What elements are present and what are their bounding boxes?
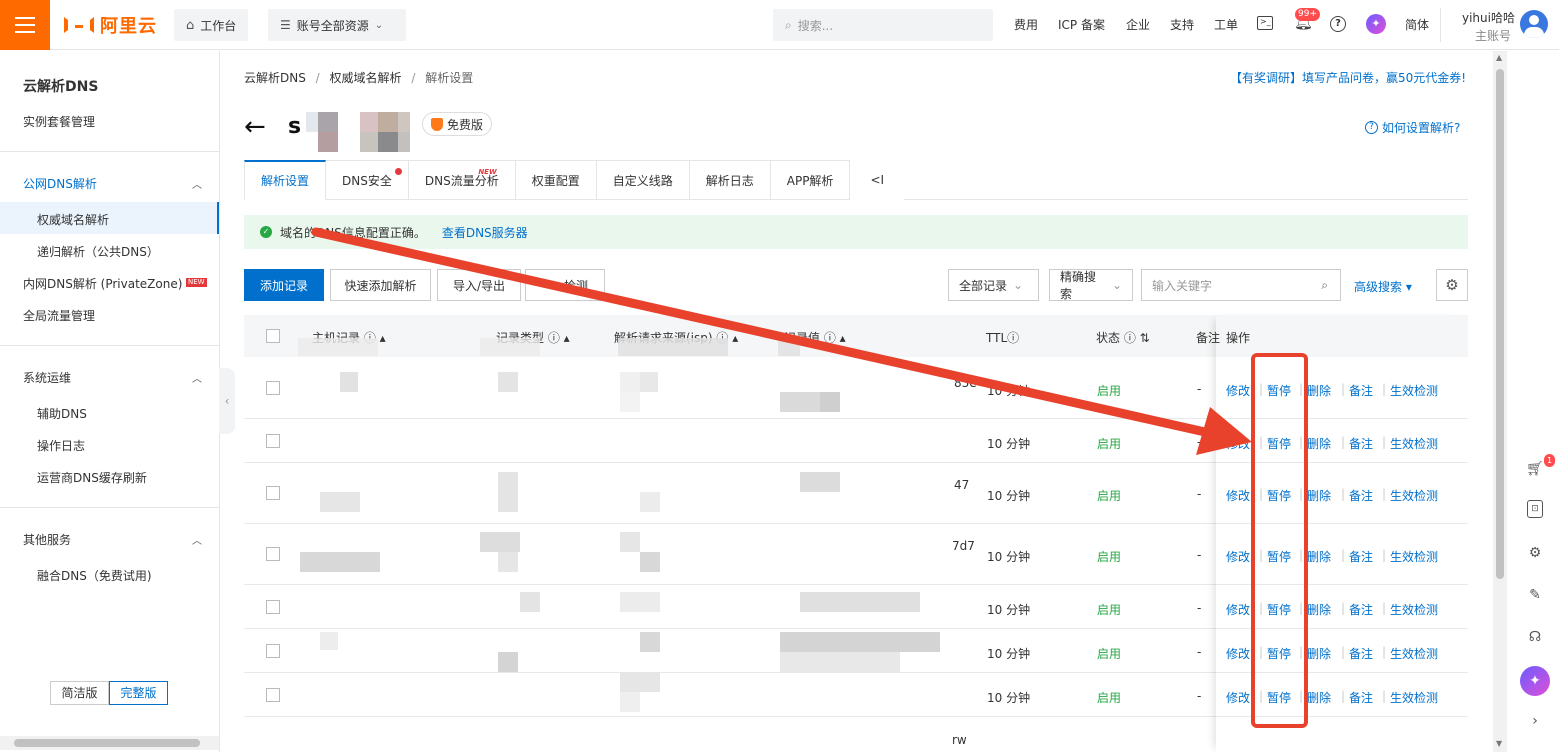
headset-icon[interactable]: ☊ [1524,626,1546,648]
settings-icon[interactable]: ⚙ [1524,542,1546,564]
annotation-overlay [311,227,1308,728]
cart-icon[interactable]: 🛒︎ [1524,458,1546,480]
annotation-arrow-shaft [311,227,1210,437]
page-scrollbar[interactable]: ▲ ▼ [1493,51,1507,752]
annotation-arrow-head [1196,407,1252,455]
right-float-toolbar: 🛒︎ 1 ⊡ ⚙ ✎ ☊ ✦ › [1516,440,1556,740]
chevron-right-icon[interactable]: › [1524,710,1546,732]
scroll-thumb[interactable] [1496,69,1504,579]
document-icon[interactable]: ⊡ [1527,500,1543,518]
annotation-highlight-rect [1251,353,1308,728]
scroll-up-icon[interactable]: ▲ [1496,53,1502,62]
scroll-down-icon[interactable]: ▼ [1496,739,1502,748]
edit-icon[interactable]: ✎ [1524,584,1546,606]
cart-badge: 1 [1544,454,1556,467]
ai-assistant-icon[interactable]: ✦ [1520,666,1550,696]
